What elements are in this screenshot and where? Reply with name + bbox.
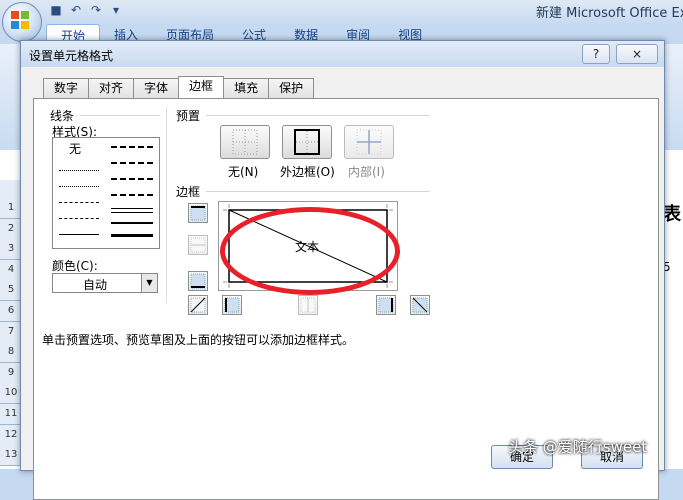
border-bottom-icon [190,273,206,289]
preset-none-label: 无(N) [228,165,259,179]
border-inside-vertical-button[interactable] [298,295,318,315]
preset-inside-icon [356,129,382,155]
preset-outline-label: 外边框(O) [280,165,335,179]
line-style-thin[interactable] [59,234,99,235]
border-bottom-button[interactable] [188,271,208,291]
dialog-title: 设置单元格格式 [29,49,114,63]
tab-border[interactable]: 边框 [178,76,225,98]
border-diagonal-up-icon [190,297,206,313]
line-style-medium[interactable] [111,222,153,224]
line-style-dashed[interactable] [59,218,99,219]
line-color-select[interactable]: 自动 ▼ [52,273,158,293]
line-style-double[interactable] [111,208,153,213]
row-header[interactable]: 1 [0,198,22,219]
border-diagonal-down-icon [412,297,428,313]
border-right-button[interactable] [376,295,396,315]
row-header[interactable]: 4 [0,259,22,281]
border-top-button[interactable] [188,203,208,223]
line-style-medium-dash[interactable] [111,178,153,180]
border-inside-horizontal-button[interactable] [188,235,208,255]
border-heading: 边框 [176,185,201,199]
watermark: 头条 @爱随行sweet [508,438,648,456]
row-header[interactable]: 11 [0,404,22,425]
line-color-value: 自动 [83,278,108,292]
redo-icon[interactable]: ↷ [88,2,104,18]
row-header[interactable]: 8 [0,342,22,364]
row-header[interactable]: 7 [0,321,22,343]
border-top-icon [190,205,206,221]
preset-inside-label: 内部(I) [348,165,385,179]
row-header[interactable]: 5 [0,280,22,302]
sheet-title-fragment: 表 [663,204,681,225]
preset-inside-button[interactable] [344,125,394,159]
sheet-visible-cells[interactable]: 表 5 [663,180,683,469]
help-button[interactable]: ? [582,44,610,64]
row-header[interactable]: 3 [0,239,22,261]
preset-outline-button[interactable] [282,125,332,159]
section-separator [166,107,167,303]
format-cells-dialog: 设置单元格格式 ? × 数字 对齐 字体 边框 填充 保护 线条 样式(S): … [20,40,665,500]
hint-text: 单击预置选项、预览草图及上面的按钮可以添加边框样式。 [42,333,355,347]
line-style-dotted[interactable] [59,170,99,171]
office-logo-icon [11,11,29,29]
chevron-down-icon[interactable]: ▼ [141,274,157,292]
preset-none-button[interactable] [220,125,270,159]
presets-divider [206,115,430,116]
tab-number[interactable]: 数字 [43,78,90,98]
save-icon[interactable]: ■ [48,2,64,18]
close-button[interactable]: × [616,44,658,64]
line-style-medium-dash-dot[interactable] [111,162,153,164]
row-header[interactable]: 10 [0,383,22,405]
line-section-heading: 线条 [50,109,75,123]
customize-icon[interactable]: ▾ [108,2,124,18]
border-divider [206,191,430,192]
row-header[interactable]: 12 [0,424,22,446]
row-header[interactable]: 6 [0,301,22,322]
preset-outline-icon [294,129,320,155]
tab-alignment[interactable]: 对齐 [88,78,135,98]
line-style-none[interactable]: 无 [69,140,81,157]
tab-fill[interactable]: 填充 [223,78,270,98]
dialog-title-bar[interactable]: 设置单元格格式 ? × [21,41,664,67]
line-style-medium-dash-dot-dot[interactable] [111,146,153,148]
app-title: 新建 Microsoft Office Exce [536,6,683,21]
line-section-divider [80,115,160,116]
presets-heading: 预置 [176,109,201,123]
border-left-button[interactable] [222,295,242,315]
border-left-icon [224,297,240,313]
row-header[interactable]: 9 [0,362,22,384]
dialog-tabs: 数字 对齐 字体 边框 填充 保护 [43,76,315,99]
row-header[interactable]: 2 [0,218,22,240]
line-style-thick[interactable] [111,234,153,237]
line-style-dash-dot[interactable] [59,202,99,203]
tab-font[interactable]: 字体 [133,78,180,98]
line-style-slant-dash[interactable] [111,194,153,196]
border-right-icon [378,297,394,313]
color-label: 颜色(C): [52,259,98,273]
border-inside-horizontal-icon [190,237,206,253]
preset-none-icon [232,129,258,155]
border-diagonal-up-button[interactable] [188,295,208,315]
row-header[interactable]: 13 [0,445,22,467]
tab-protection[interactable]: 保护 [268,78,315,98]
annotation-red-ellipse [220,207,400,295]
line-style-dotted-2[interactable] [59,186,99,187]
border-diagonal-down-button[interactable] [410,295,430,315]
undo-icon[interactable]: ↶ [68,2,84,18]
line-style-list[interactable]: 无 [52,137,160,249]
border-inside-vertical-icon [300,297,316,313]
quick-access-toolbar: ■ ↶ ↷ ▾ [48,2,124,20]
